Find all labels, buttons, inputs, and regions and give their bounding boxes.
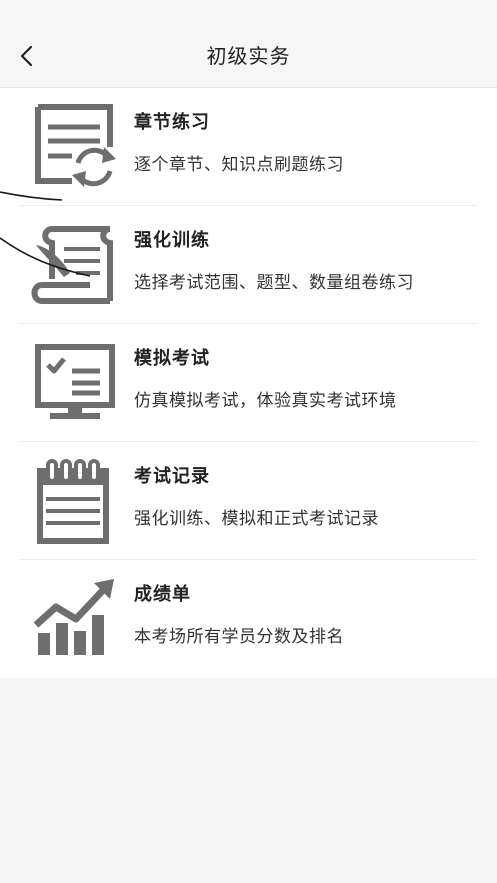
item-title: 成绩单 (134, 584, 191, 605)
navigation-bar: 初级实务 (0, 0, 497, 88)
item-description: 选择考试范围、题型、数量组卷练习 (134, 273, 414, 293)
item-title: 章节练习 (134, 112, 210, 133)
menu-item-score-report[interactable]: 成绩单 本考场所有学员分数及排名 (0, 560, 497, 678)
chapter-practice-icon (35, 104, 116, 187)
growth-chart-icon (33, 579, 114, 655)
menu-item-exam-records[interactable]: 考试记录 强化训练、模拟和正式考试记录 (0, 442, 497, 560)
menu-item-mock-exam[interactable]: 模拟考试 仿真模拟考试，体验真实考试环境 (0, 324, 497, 442)
item-description: 强化训练、模拟和正式考试记录 (134, 509, 379, 529)
menu-item-intensive-training[interactable]: 强化训练 选择考试范围、题型、数量组卷练习 (0, 206, 497, 324)
item-title: 考试记录 (134, 466, 210, 487)
monitor-checklist-icon (35, 344, 115, 419)
item-description: 逐个章节、知识点刷题练习 (134, 155, 344, 175)
scroll-quill-icon (31, 226, 113, 304)
page-title: 初级实务 (206, 44, 291, 68)
item-title: 模拟考试 (134, 348, 210, 369)
menu-list: 章节练习 逐个章节、知识点刷题练习 强化训练 选择考试范围、题型、数量组卷练习 (0, 88, 497, 678)
calendar-record-icon (37, 459, 109, 544)
menu-item-chapter-practice[interactable]: 章节练习 逐个章节、知识点刷题练习 (0, 88, 497, 206)
item-description: 本考场所有学员分数及排名 (134, 627, 344, 647)
item-description: 仿真模拟考试，体验真实考试环境 (134, 391, 397, 411)
item-title: 强化训练 (134, 230, 210, 251)
